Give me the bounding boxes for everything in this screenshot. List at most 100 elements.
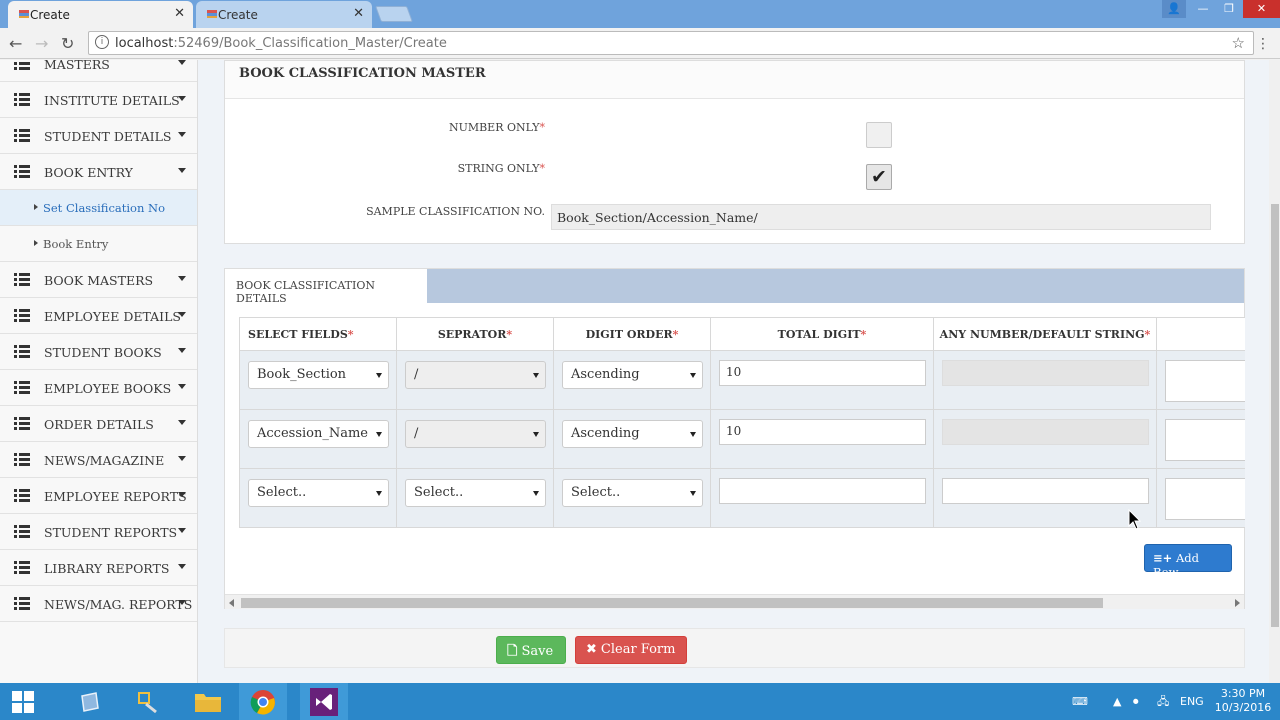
url-input[interactable]: i localhost:52469/Book_Classification_Ma… — [88, 31, 1254, 55]
extra-column-input[interactable] — [1165, 360, 1245, 402]
info-icon[interactable]: i — [95, 35, 109, 49]
main-content: BOOK CLASSIFICATION MASTER NUMBER ONLY* … — [198, 60, 1269, 683]
save-button[interactable]: 🗋 Save — [496, 636, 566, 664]
list-icon — [14, 93, 30, 106]
clear-form-button[interactable]: ✖ Clear Form — [575, 636, 687, 664]
sidebar-item-employee-details[interactable]: EMPLOYEE DETAILS — [0, 298, 197, 334]
taskbar-app-tools[interactable] — [124, 683, 172, 720]
sidebar-item-masters[interactable]: MASTERS — [0, 60, 197, 82]
scrollbar-thumb[interactable] — [1271, 204, 1279, 627]
select-field-dropdown[interactable]: Select.. — [248, 479, 389, 507]
browser-tab[interactable]: Create ✕ — [196, 1, 372, 28]
sidebar-item-library-reports[interactable]: LIBRARY REPORTS — [0, 550, 197, 586]
clear-label: Clear Form — [600, 642, 676, 657]
bookmark-star-icon[interactable]: ☆ — [1232, 34, 1245, 52]
sidebar-subitem-book-entry[interactable]: Book Entry — [0, 226, 197, 262]
string-only-checkbox[interactable]: ✔ — [866, 164, 892, 190]
number-only-checkbox[interactable] — [866, 122, 892, 148]
sidebar-item-student-reports[interactable]: STUDENT REPORTS — [0, 514, 197, 550]
dropdown-value: Ascending — [571, 367, 640, 382]
extra-column-input[interactable] — [1165, 419, 1245, 461]
language-indicator[interactable]: ENG — [1180, 683, 1204, 720]
browser-tab-bar: Create ✕ Create ✕ 👤 — ❐ ✕ — [0, 0, 1280, 28]
user-profile-icon[interactable]: 👤 — [1162, 0, 1186, 18]
table-cell — [710, 468, 934, 528]
keyboard-icon[interactable]: ⌨ — [1072, 683, 1088, 720]
sidebar-item-student-details[interactable]: STUDENT DETAILS — [0, 118, 197, 154]
total-digit-input[interactable]: 10 — [719, 419, 926, 445]
table-row: Book_Section / Ascending 10 — [239, 350, 1245, 410]
system-clock[interactable]: 3:30 PM 10/3/2016 — [1212, 687, 1274, 715]
back-arrow-icon[interactable]: ← — [9, 34, 22, 53]
sample-classification-field[interactable]: Book_Section/Accession_Name/ — [551, 204, 1211, 230]
sidebar-item-student-books[interactable]: STUDENT BOOKS — [0, 334, 197, 370]
vertical-scrollbar[interactable] — [1269, 60, 1280, 683]
sidebar-item-news-magazine[interactable]: NEWS/MAGAZINE — [0, 442, 197, 478]
details-tab-strip: BOOK CLASSIFICATION DETAILS — [225, 269, 1244, 305]
tab-book-classification-details[interactable]: BOOK CLASSIFICATION DETAILS — [225, 269, 427, 305]
default-string-input[interactable] — [942, 360, 1149, 386]
dropdown-arrow-icon — [376, 373, 382, 378]
network-icon[interactable]: 🖧 — [1157, 683, 1169, 720]
list-icon — [14, 561, 30, 574]
scrollbar-thumb[interactable] — [241, 598, 1103, 608]
start-button[interactable] — [0, 683, 48, 720]
scroll-left-arrow-icon[interactable] — [229, 599, 234, 607]
taskbar-app-visual-studio[interactable] — [300, 683, 348, 720]
close-tab-icon[interactable]: ✕ — [174, 6, 185, 21]
restore-window-icon[interactable]: ❐ — [1216, 0, 1242, 18]
close-window-icon[interactable]: ✕ — [1243, 0, 1280, 18]
sidebar-subitem-set-classification-no[interactable]: Set Classification No — [0, 190, 197, 226]
digit-order-dropdown[interactable]: Ascending — [562, 361, 703, 389]
sidebar-item-institute-details[interactable]: INSTITUTE DETAILS — [0, 82, 197, 118]
windows-logo-icon — [12, 691, 34, 713]
dropdown-value: / — [414, 367, 419, 382]
dropdown-value: Select.. — [414, 485, 464, 500]
default-string-input[interactable] — [942, 419, 1149, 445]
select-field-dropdown[interactable]: Book_Section — [248, 361, 389, 389]
extra-column-input[interactable] — [1165, 478, 1245, 520]
forward-arrow-icon[interactable]: → — [35, 34, 48, 53]
record-icon[interactable]: ⏺ — [1133, 683, 1139, 720]
browser-menu-icon[interactable]: ⋮ — [1256, 36, 1270, 52]
new-tab-button[interactable] — [375, 6, 413, 22]
close-tab-icon[interactable]: ✕ — [353, 6, 364, 21]
taskbar: ⌨ ▲ ⏺ 🖧 ENG 3:30 PM 10/3/2016 — [0, 683, 1280, 720]
sidebar-item-news-mag-reports[interactable]: NEWS/MAG. REPORTS — [0, 586, 197, 622]
separator-dropdown[interactable]: / — [405, 361, 546, 389]
taskbar-app-notes[interactable] — [66, 683, 114, 720]
total-digit-input[interactable] — [719, 478, 926, 504]
caret-down-icon — [178, 60, 186, 65]
sidebar-item-book-entry[interactable]: BOOK ENTRY — [0, 154, 197, 190]
show-hidden-icons[interactable]: ▲ — [1113, 683, 1121, 720]
digit-order-dropdown[interactable]: Ascending — [562, 420, 703, 448]
taskbar-app-chrome[interactable] — [239, 683, 287, 720]
default-string-input[interactable] — [942, 478, 1149, 504]
digit-order-dropdown[interactable]: Select.. — [562, 479, 703, 507]
taskbar-app-file-explorer[interactable] — [184, 683, 232, 720]
add-row-button[interactable]: ≡+ Add Row — [1144, 544, 1232, 579]
book-favicon-icon — [19, 10, 29, 18]
sidebar-item-label: EMPLOYEE REPORTS — [44, 489, 187, 504]
sidebar-item-employee-books[interactable]: EMPLOYEE BOOKS — [0, 370, 197, 406]
minimize-window-icon[interactable]: — — [1190, 0, 1216, 18]
separator-dropdown[interactable]: Select.. — [405, 479, 546, 507]
select-field-dropdown[interactable]: Accession_Name — [248, 420, 389, 448]
browser-tab-active[interactable]: Create ✕ — [8, 1, 193, 28]
horizontal-scrollbar[interactable] — [225, 594, 1244, 609]
sidebar-subitem-label: Book Entry — [43, 237, 109, 251]
dropdown-value: Select.. — [257, 485, 307, 500]
address-bar-row: ← → ↻ i localhost:52469/Book_Classificat… — [0, 28, 1280, 59]
separator-dropdown[interactable]: / — [405, 420, 546, 448]
total-digit-input[interactable]: 10 — [719, 360, 926, 386]
sidebar-item-book-masters[interactable]: BOOK MASTERS — [0, 262, 197, 298]
caret-down-icon — [178, 492, 186, 497]
reload-icon[interactable]: ↻ — [61, 34, 74, 53]
caret-down-icon — [178, 420, 186, 425]
scroll-right-arrow-icon[interactable] — [1235, 599, 1240, 607]
sidebar: MASTERS INSTITUTE DETAILS STUDENT DETAIL… — [0, 60, 198, 683]
sidebar-item-order-details[interactable]: ORDER DETAILS — [0, 406, 197, 442]
table-cell: Select.. — [396, 468, 554, 528]
sidebar-item-employee-reports[interactable]: EMPLOYEE REPORTS — [0, 478, 197, 514]
caret-right-icon — [34, 204, 38, 210]
